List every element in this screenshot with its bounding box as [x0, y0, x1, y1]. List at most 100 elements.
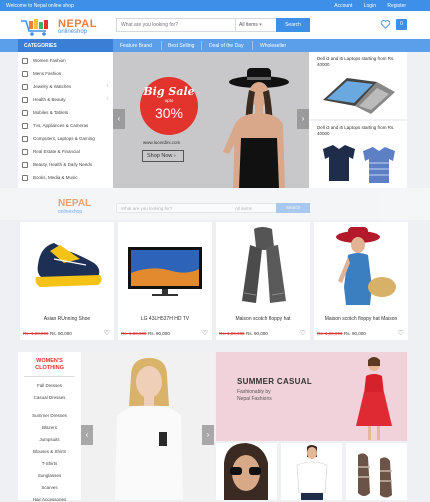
menu-item-blouses[interactable]: Blouses & Shirts [18, 449, 81, 454]
sticky-header-ghost: NEPAL onlineshop What are you looking fo… [0, 188, 430, 220]
cart-button[interactable]: 0 [396, 19, 407, 30]
sidebar-item-jewelry[interactable]: Jewelry & Watches › [22, 83, 110, 96]
banner-url: www.lucerdini.com [143, 140, 181, 145]
sidebar-item-tvs[interactable]: Tvs, Appliances & Cameras [22, 122, 110, 135]
cart-count: 0 [400, 21, 403, 27]
account-link[interactable]: Account [334, 3, 352, 9]
model-photo [223, 68, 289, 188]
banner-prev-arrow[interactable]: ‹ [113, 109, 125, 129]
search-bar: What are you looking for? All items ▾ Se… [116, 18, 310, 32]
sidebar-item-health-beauty[interactable]: Health & Beauty › [22, 96, 110, 109]
site-logo[interactable]: NEPAL onlineshop [20, 15, 96, 37]
menu-item-sunglasses[interactable]: Sunglasses [18, 473, 81, 478]
product-card[interactable]: LG 43LH537H HD TV Rs. 1,00,900 Rs. 90,00… [118, 222, 212, 340]
menu-item-tshirts[interactable]: T-Shirts [18, 461, 81, 466]
product-price: Rs. 90,000 [148, 331, 170, 336]
mini-product-sandals[interactable] [346, 443, 407, 500]
logo-text: NEPAL [58, 198, 92, 209]
search-button[interactable]: Search [276, 18, 310, 32]
sale-discount: 30% [154, 105, 184, 121]
womens-clothing-heading: WOMEN'S CLOTHING [35, 358, 64, 371]
shirts-image [323, 145, 395, 183]
divider [24, 376, 75, 377]
womens-clothing-menu: WOMEN'S CLOTHING Fall Dresses Casual Dre… [18, 352, 81, 502]
shop-now-button[interactable]: Shop Now › [142, 150, 184, 162]
wishlist-heart-icon[interactable]: ♡ [300, 329, 306, 337]
product-image [336, 227, 396, 305]
computer-icon [22, 136, 28, 142]
model-photo [356, 357, 392, 440]
logo-subtext: onlineshop [58, 209, 83, 215]
menu-item-casual-dresses[interactable]: Casual Dresses [18, 395, 81, 400]
model-photo [115, 358, 183, 500]
sidebar-item-beauty-daily[interactable]: Beauty, Health & Daily Needs [22, 161, 110, 174]
product-name: Asian RUnning Shoe [43, 316, 91, 322]
mobile-icon [22, 110, 28, 116]
promo-title: Dell i3 and i5 Laptops starting from Rs.… [317, 56, 395, 67]
product-name: Maison scotch floppy hat [235, 316, 291, 322]
old-price: Rs. 1,00,900 [121, 331, 147, 336]
old-price: Rs. 1,00,900 [219, 331, 245, 336]
banner-dots[interactable] [206, 180, 216, 188]
product-image [128, 247, 202, 296]
sidebar-item-computers[interactable]: Computers, Laptops & Gaming [22, 135, 110, 148]
hero-banner[interactable]: Big Sale upto 30% www.lucerdini.com Shop… [113, 52, 309, 188]
nav-feature-brand[interactable]: Feature Brand [120, 43, 152, 49]
menu-item-summer-dresses[interactable]: Summer Dresses [18, 413, 81, 418]
promo-card-shirts[interactable]: Dell i3 and i5 Laptops starting from Rs.… [309, 121, 407, 188]
nav-divider [201, 41, 202, 50]
categories-button[interactable]: CATEGORIES [18, 39, 113, 52]
menu-item-fall-dresses[interactable]: Fall Dresses [18, 383, 81, 388]
carousel-next-arrow[interactable]: › [202, 425, 214, 445]
wishlist-heart-icon[interactable]: ♡ [398, 329, 404, 337]
register-link[interactable]: Register [387, 3, 406, 9]
womens-feature-image[interactable]: ‹ › [81, 352, 214, 500]
carousel-prev-arrow[interactable]: ‹ [81, 425, 93, 445]
beauty-icon [22, 162, 28, 168]
category-select[interactable]: All items ▾ [235, 19, 277, 31]
sidebar-item-mobiles[interactable]: Mobiles & Tablets [22, 109, 110, 122]
menu-item-jumpsuits[interactable]: Jumpsuits [18, 437, 81, 442]
sidebar-item-women-fashion[interactable]: Women Fashion [22, 57, 110, 70]
book-icon [22, 175, 28, 181]
sale-upto: upto [164, 98, 174, 103]
sidebar-item-real-estate[interactable]: Real Estate & Financial [22, 148, 110, 161]
nav-best-selling[interactable]: Best Selling [168, 43, 194, 49]
cart-logo-icon [21, 19, 48, 36]
heart-icon[interactable] [380, 19, 391, 30]
login-link[interactable]: Login [364, 3, 376, 9]
nav-deal-of-day[interactable]: Deal of the Day [209, 43, 243, 49]
menu-item-blazers[interactable]: Blazers [18, 425, 81, 430]
old-price: Rs. 1,00,900 [317, 331, 343, 336]
product-card[interactable]: Maison scotch floppy hat Maison Rs. 1,00… [314, 222, 408, 340]
summer-subtitle: Fashionably by Nepal Fashions [237, 389, 272, 402]
product-image [358, 453, 392, 498]
product-card[interactable]: Asian RUnning Shoe Rs. 1,00,900 Rs. 90,0… [20, 222, 114, 340]
header: NEPAL onlineshop What are you looking fo… [0, 11, 430, 39]
main-nav: CATEGORIES Feature Brand Best Selling De… [0, 39, 430, 52]
summer-casual-banner[interactable]: SUMMER CASUAL Fashionably by Nepal Fashi… [216, 352, 407, 441]
mini-product-sunglasses[interactable] [216, 443, 277, 500]
menu-item-scarves[interactable]: Scarves [18, 485, 81, 490]
wishlist-heart-icon[interactable]: ♡ [202, 329, 208, 337]
wishlist-heart-icon[interactable]: ♡ [104, 329, 110, 337]
logo-subtext: onlineshop [58, 29, 88, 35]
product-name: Maison scotch floppy hat Maison [324, 316, 398, 322]
sidebar-item-books[interactable]: Books, Media & Music [22, 174, 110, 187]
welcome-text: Welcome to Nepal online shop [6, 3, 74, 9]
sidebar-item-mens-fashion[interactable]: Mens Fashion [22, 70, 110, 83]
search-bar-ghost: What are you looking for? All items Sear… [116, 203, 310, 213]
banner-next-arrow[interactable]: › [297, 109, 309, 129]
tv-icon [22, 123, 28, 129]
nav-wholeseller[interactable]: Wholeseller [260, 43, 286, 49]
promo-card-laptops[interactable]: Dell i3 and i5 Laptops starting from Rs.… [309, 52, 407, 119]
product-card[interactable]: Maison scotch floppy hat Rs. 1,00,900 Rs… [216, 222, 310, 340]
top-bar: Welcome to Nepal online shop Account Log… [0, 0, 430, 11]
mini-product-tshirt[interactable] [281, 443, 342, 500]
product-image [242, 227, 286, 303]
product-image [296, 445, 328, 500]
account-links: Account Login Register [324, 3, 406, 9]
chevron-right-icon: › [106, 83, 108, 89]
search-input[interactable]: What are you looking for? [121, 22, 178, 28]
men-icon [22, 71, 28, 77]
